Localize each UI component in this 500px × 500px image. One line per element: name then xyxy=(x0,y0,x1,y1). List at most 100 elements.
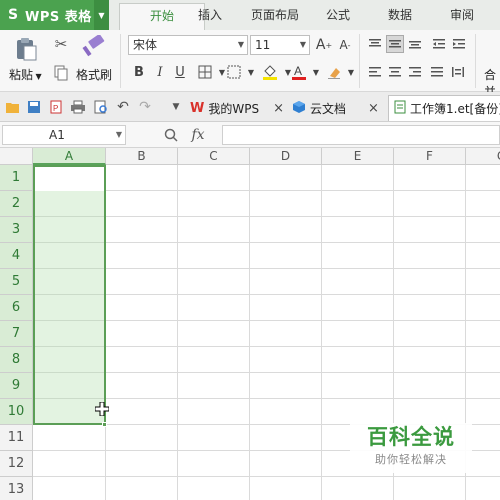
column-header-a[interactable]: A xyxy=(33,148,106,165)
ribbon-toolbar: 粘贴 ▼ ✂ 格式刷 宋体 ▼ 11 ▼ A + A- B I U ▼ ▼ ▼ A ▼… xyxy=(0,30,500,99)
sheet-icon xyxy=(394,100,406,117)
column-header-f[interactable]: F xyxy=(394,148,466,165)
chevron-down-icon[interactable]: ▼ xyxy=(116,126,122,144)
column-header-d[interactable]: D xyxy=(250,148,322,165)
doc-tab-label: 我的WPS xyxy=(208,101,260,116)
italic-button[interactable]: I xyxy=(151,63,169,81)
watermark-title: 百科全说 xyxy=(367,425,455,449)
font-name-value: 宋体 xyxy=(133,38,158,52)
chevron-down-icon[interactable]: ▼ xyxy=(94,0,109,30)
align-left-icon[interactable] xyxy=(366,63,384,81)
distributed-align-icon[interactable] xyxy=(449,63,467,81)
row-header-4[interactable]: 4 xyxy=(0,243,33,269)
tab-insert[interactable]: 插入 xyxy=(180,0,240,30)
decrease-font-icon[interactable]: A- xyxy=(336,36,354,54)
formula-input[interactable] xyxy=(222,125,500,145)
format-painter-button[interactable]: 格式刷 xyxy=(76,66,112,83)
row-header-7[interactable]: 7 xyxy=(0,321,33,347)
doc-tab-workbook[interactable]: 工作簿1.et[备份] xyxy=(388,95,500,121)
justify-icon[interactable] xyxy=(428,63,446,81)
cut-icon[interactable]: ✂ xyxy=(52,35,70,53)
function-button[interactable]: fx xyxy=(186,125,210,145)
fill-handle[interactable] xyxy=(102,422,107,427)
row-header-13[interactable]: 13 xyxy=(0,477,33,500)
align-middle-icon[interactable] xyxy=(386,35,404,53)
row-header-5[interactable]: 5 xyxy=(0,269,33,295)
align-top-icon[interactable] xyxy=(366,35,384,53)
gridline xyxy=(249,165,250,500)
row-header-12[interactable]: 12 xyxy=(0,451,33,477)
align-right-icon[interactable] xyxy=(406,63,424,81)
close-icon[interactable]: × xyxy=(368,101,379,116)
column-header-c[interactable]: C xyxy=(178,148,250,165)
fill-color-icon[interactable] xyxy=(261,63,279,81)
underline-button[interactable]: U xyxy=(171,63,189,81)
quick-access-bar: P ↶ ↷ ▼ W 我的WPS × 云文档 × 工作簿1.et[备份] xyxy=(0,92,500,122)
close-icon[interactable]: × xyxy=(273,101,284,116)
row-header-2[interactable]: 2 xyxy=(0,191,33,217)
doc-tab-my-wps[interactable]: W 我的WPS × xyxy=(190,96,284,120)
selection-range[interactable] xyxy=(33,165,106,425)
row-header-10[interactable]: 10 xyxy=(0,399,33,425)
cell-fill-pattern-icon[interactable] xyxy=(225,63,243,81)
tab-formulas[interactable]: 公式 xyxy=(310,0,366,30)
print-preview-icon[interactable] xyxy=(93,100,109,114)
ribbon-divider xyxy=(120,34,121,88)
app-menu-button[interactable]: S WPS 表格 ▼ xyxy=(0,0,109,30)
open-folder-icon[interactable] xyxy=(5,100,21,114)
wps-icon: W xyxy=(190,100,205,116)
active-cell[interactable] xyxy=(35,167,104,191)
row-header-1[interactable]: 1 xyxy=(0,165,33,191)
gridline xyxy=(177,165,178,500)
column-header-e[interactable]: E xyxy=(322,148,394,165)
print-icon[interactable] xyxy=(70,100,86,114)
cross-cursor-icon xyxy=(94,401,110,417)
increase-indent-icon[interactable] xyxy=(450,35,468,53)
save-icon[interactable] xyxy=(26,100,42,114)
row-header-3[interactable]: 3 xyxy=(0,217,33,243)
tab-review[interactable]: 审阅 xyxy=(434,0,490,30)
align-bottom-icon[interactable] xyxy=(406,35,424,53)
border-icon[interactable] xyxy=(196,63,214,81)
formula-bar: A1 ▼ fx xyxy=(0,122,500,148)
zoom-search-icon[interactable] xyxy=(162,126,180,144)
svg-text:P: P xyxy=(53,104,58,113)
font-color-dropdown-icon[interactable]: ▼ xyxy=(307,63,325,81)
paste-button[interactable]: 粘贴 ▼ xyxy=(9,66,42,83)
name-box[interactable]: A1 ▼ xyxy=(2,125,126,145)
bold-button[interactable]: B xyxy=(130,63,148,81)
cloud-cube-icon xyxy=(292,100,306,117)
redo-icon[interactable]: ↷ xyxy=(137,99,153,115)
doc-tab-cloud-docs[interactable]: 云文档 × xyxy=(292,96,379,120)
column-header-g[interactable]: G xyxy=(466,148,500,165)
paste-icon[interactable] xyxy=(12,36,40,62)
column-header-b[interactable]: B xyxy=(106,148,178,165)
doc-tab-label: 云文档 xyxy=(310,101,347,116)
font-name-select[interactable]: 宋体 ▼ xyxy=(128,35,248,55)
format-painter-icon[interactable] xyxy=(80,34,106,58)
wps-logo-icon: S xyxy=(7,7,19,23)
ribbon-divider xyxy=(475,34,476,88)
row-header-8[interactable]: 8 xyxy=(0,347,33,373)
decrease-indent-icon[interactable] xyxy=(430,35,448,53)
quick-access-dropdown-icon[interactable]: ▼ xyxy=(168,100,184,114)
export-pdf-icon[interactable]: P xyxy=(48,100,64,114)
watermark-subtitle: 助你轻松解决 xyxy=(375,453,447,466)
select-all-corner[interactable] xyxy=(0,148,33,165)
tab-data[interactable]: 数据 xyxy=(372,0,428,30)
copy-icon[interactable] xyxy=(52,64,70,82)
app-title: WPS 表格 xyxy=(25,9,92,25)
font-color-icon[interactable]: A xyxy=(290,63,308,81)
pattern-dropdown-icon[interactable]: ▼ xyxy=(242,63,260,81)
increase-font-icon[interactable]: A + xyxy=(315,36,333,54)
clear-dropdown-icon[interactable]: ▼ xyxy=(342,63,360,81)
undo-icon[interactable]: ↶ xyxy=(115,99,131,115)
font-size-select[interactable]: 11 ▼ xyxy=(250,35,310,55)
align-center-icon[interactable] xyxy=(386,63,404,81)
watermark: 百科全说 助你轻松解决 xyxy=(350,423,472,473)
paste-label: 粘贴 xyxy=(9,68,34,82)
row-header-9[interactable]: 9 xyxy=(0,373,33,399)
row-header-6[interactable]: 6 xyxy=(0,295,33,321)
tab-page-layout[interactable]: 页面布局 xyxy=(240,0,310,30)
row-header-11[interactable]: 11 xyxy=(0,425,33,451)
